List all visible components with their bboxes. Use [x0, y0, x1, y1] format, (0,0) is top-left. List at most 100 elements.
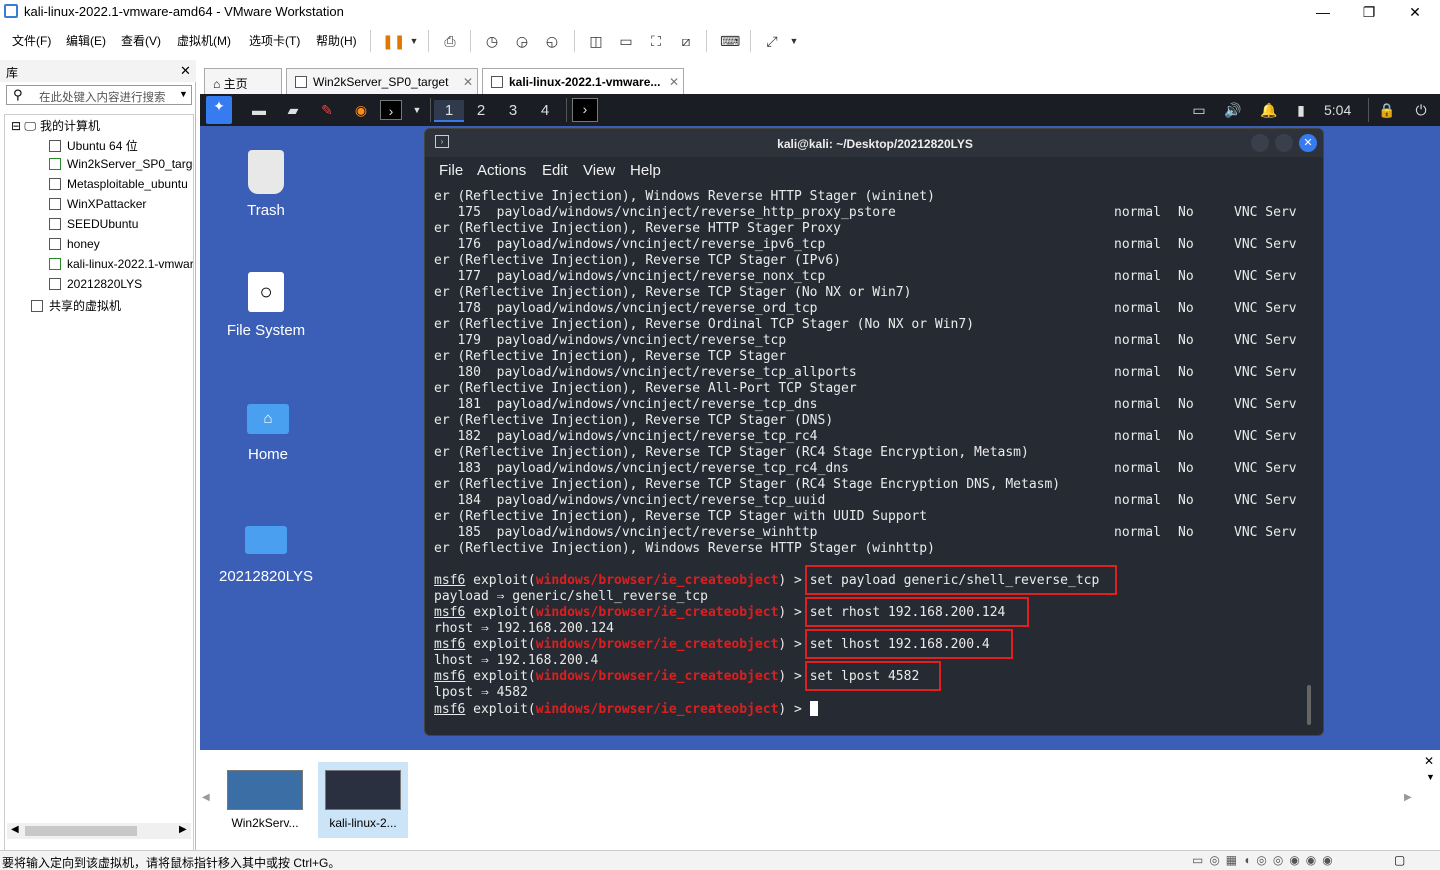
tree-shared[interactable]: 共享的虚拟机 [31, 297, 121, 317]
tab-win2kserver[interactable]: Win2kServer_SP0_target ✕ [286, 68, 478, 94]
unity-icon[interactable]: ⧄ [676, 32, 696, 50]
scroll-left-icon[interactable]: ◀ [11, 824, 19, 835]
thumbnail-preview [227, 770, 303, 810]
terminal-col-rank: normal [1114, 429, 1161, 444]
message-icon[interactable]: ▢ [1394, 853, 1405, 867]
snapshot-manager-icon[interactable]: ◵ [542, 32, 562, 50]
terminal-title: kali@kali: ~/Desktop/20212820LYS [777, 137, 973, 151]
terminal-menu-actions[interactable]: Actions [477, 162, 526, 179]
menu-edit[interactable]: 编辑(E) [66, 32, 106, 49]
command-result: rhost ⇒ 192.168.200.124 [434, 621, 615, 636]
tab-close-icon[interactable]: ✕ [463, 75, 473, 89]
kali-menu-icon[interactable]: ✦ [206, 96, 232, 124]
menu-vm[interactable]: 虚拟机(M) [177, 32, 231, 49]
menu-tabs[interactable]: 选项卡(T) [249, 32, 300, 49]
menu-view[interactable]: 查看(V) [121, 32, 161, 49]
tree-item[interactable]: WinXPattacker [49, 197, 193, 217]
workspace-4[interactable]: 4 [530, 100, 560, 122]
toolbar-separator [750, 30, 751, 52]
close-terminal-button[interactable]: ✕ [1299, 134, 1317, 152]
chevron-down-icon[interactable]: ▼ [179, 89, 188, 99]
tree-item[interactable]: SEEDUbuntu [49, 217, 193, 237]
file-manager-icon[interactable]: ▰ [282, 100, 304, 120]
chevron-down-icon[interactable]: ▼ [404, 32, 424, 50]
menu-file[interactable]: 文件(F) [12, 32, 51, 49]
maximize-terminal-button[interactable] [1275, 134, 1293, 152]
tree-item[interactable]: Win2kServer_SP0_target [49, 157, 193, 177]
device-icons[interactable]: ▭◎▦◖◎◎◉◉◉ [1192, 853, 1339, 867]
tree-item-selected[interactable]: kali-linux-2022.1-vmware [49, 257, 193, 277]
workspace-1[interactable]: 1 [434, 100, 464, 122]
send-keys-icon[interactable]: ⎙ [440, 32, 460, 50]
minimize-terminal-button[interactable] [1251, 134, 1269, 152]
desktop-icon-trash[interactable]: Trash [206, 150, 326, 219]
horizontal-scrollbar[interactable]: ◀ ▶ [7, 823, 191, 839]
tree-root[interactable]: ⊟ 🖵 我的计算机 [11, 117, 100, 137]
thumbnail-view-icon[interactable]: ▭ [616, 32, 636, 50]
terminal-menu-view[interactable]: View [583, 162, 615, 179]
workspace-2[interactable]: 2 [466, 100, 496, 122]
terminal-line: 178 payload/windows/vncinject/reverse_or… [434, 301, 818, 316]
text-editor-icon[interactable]: ✎ [316, 100, 338, 120]
show-desktop-icon[interactable]: ▬ [248, 100, 270, 120]
terminal-menu-file[interactable]: File [439, 162, 463, 179]
thumbs-scroll-left-icon[interactable]: ◀ [202, 792, 210, 803]
workspace-3[interactable]: 3 [498, 100, 528, 122]
chevron-down-icon[interactable]: ▼ [406, 100, 428, 120]
chevron-down-icon[interactable]: ▼ [1426, 772, 1435, 782]
terminal-menu-help[interactable]: Help [630, 162, 661, 179]
battery-icon[interactable]: ▮ [1290, 100, 1312, 120]
vm-running-icon [49, 258, 61, 270]
desktop-icon-filesystem[interactable]: ○ File System [206, 272, 326, 339]
revert-snapshot-icon[interactable]: ◶ [512, 32, 532, 50]
power-icon[interactable]: ⏻ [1410, 100, 1432, 120]
tree-item[interactable]: honey [49, 237, 193, 257]
tree-item[interactable]: Metasploitable_ubuntu [49, 177, 193, 197]
tab-home[interactable]: ⌂ 主页 [204, 68, 282, 94]
thumbs-scroll-right-icon[interactable]: ▶ [1404, 792, 1412, 803]
library-close-button[interactable]: ✕ [180, 63, 191, 79]
tab-close-icon[interactable]: ✕ [669, 75, 679, 89]
window-title: kali-linux-2022.1-vmware-amd64 - VMware … [24, 4, 344, 19]
close-button[interactable]: ✕ [1392, 2, 1438, 22]
maximize-button[interactable]: ❐ [1346, 2, 1392, 22]
prompt-module: windows/browser/ie_createobject [535, 702, 779, 717]
stretch-icon[interactable]: ⤢ [762, 32, 782, 50]
thumbnail-win2kserver[interactable]: Win2kServ... [220, 762, 310, 838]
notification-icon[interactable]: 🔔 [1258, 100, 1280, 120]
lock-icon[interactable]: 🔒 [1376, 100, 1398, 120]
library-search-input[interactable]: ⚲ 在此处键入内容进行搜索 ▼ [6, 85, 192, 105]
desktop-icon-home[interactable]: ⌂ Home [208, 404, 328, 463]
scroll-right-icon[interactable]: ▶ [179, 824, 187, 835]
terminal-menu-edit[interactable]: Edit [542, 162, 568, 179]
scrollbar-thumb[interactable] [25, 826, 137, 836]
thumbnail-kali-linux[interactable]: kali-linux-2... [318, 762, 408, 838]
volume-icon[interactable]: 🔊 [1222, 100, 1244, 120]
terminal-window[interactable]: › kali@kali: ~/Desktop/20212820LYS ✕ Fil… [424, 128, 1324, 736]
terminal-task-icon[interactable]: › [572, 98, 598, 122]
tree-item[interactable]: Ubuntu 64 位 [49, 137, 193, 157]
command-highlight-box [805, 565, 1117, 595]
clock[interactable]: 5:04 [1324, 102, 1351, 118]
chevron-down-icon[interactable]: ▼ [784, 32, 804, 50]
minimize-button[interactable]: — [1300, 2, 1346, 22]
thumbs-close-icon[interactable]: ✕ [1424, 754, 1434, 768]
library-view-icon[interactable]: ◫ [586, 32, 606, 50]
expand-icon[interactable]: ⊟ [11, 119, 24, 133]
fullscreen-icon[interactable]: ⛶ [646, 32, 666, 50]
prompt-line-active[interactable]: msf6 exploit(windows/browser/ie_createob… [434, 701, 818, 717]
vm-icon [49, 198, 61, 210]
thumbnail-preview [325, 770, 401, 810]
display-icon[interactable]: ▭ [1188, 100, 1210, 120]
tree-item[interactable]: 20212820LYS [49, 277, 193, 297]
vm-display[interactable]: ✦ ▬ ▰ ✎ ◉ › ▼ 1 2 3 4 › ▭ 🔊 🔔 ▮ 5:04 🔒 ⏻ [200, 94, 1440, 750]
console-icon[interactable]: ⌨ [720, 32, 740, 50]
desktop-icon-folder[interactable]: 20212820LYS [206, 526, 326, 585]
tab-kali-linux[interactable]: kali-linux-2022.1-vmware... ✕ [482, 68, 684, 94]
snapshot-icon[interactable]: ◷ [482, 32, 502, 50]
terminal-scrollbar[interactable] [1307, 685, 1311, 725]
pause-icon[interactable]: ❚❚ [382, 32, 405, 50]
menu-help[interactable]: 帮助(H) [316, 32, 357, 49]
terminal-icon[interactable]: › [380, 100, 402, 120]
firefox-icon[interactable]: ◉ [350, 100, 372, 120]
